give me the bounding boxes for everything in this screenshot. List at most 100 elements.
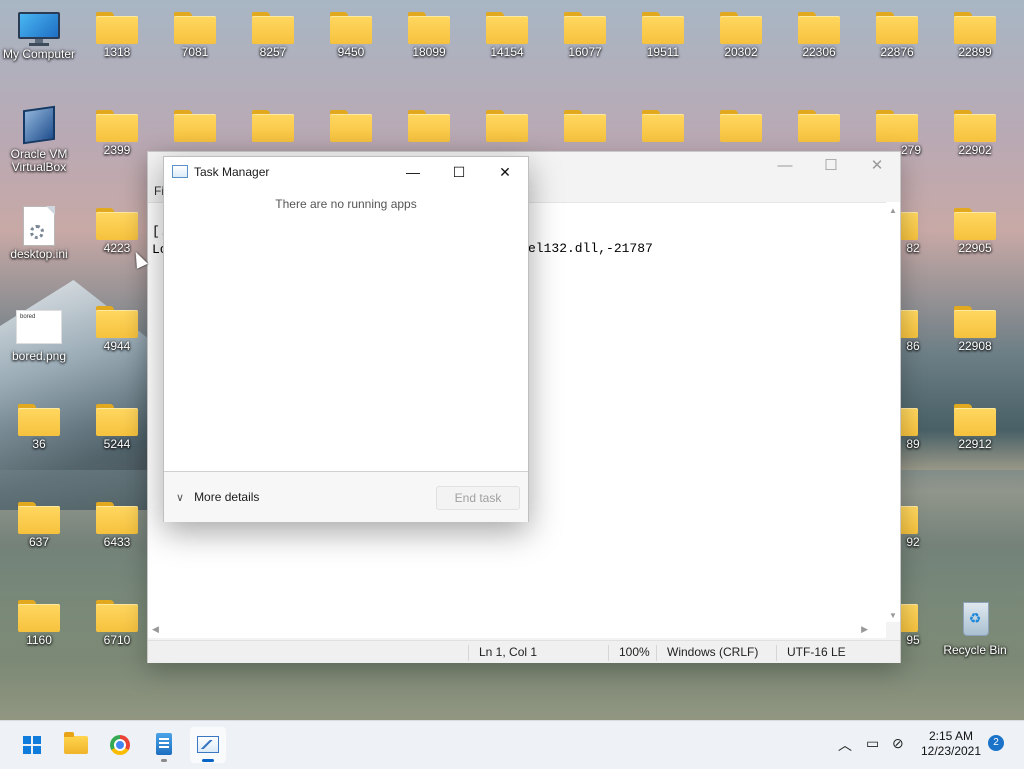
desktop-folder[interactable]: 5244 — [78, 404, 156, 451]
desktop-icon-label: 7081 — [181, 45, 209, 59]
desktop-icon-label: 22902 — [958, 143, 992, 157]
folder-icon — [798, 110, 840, 142]
active-indicator — [202, 759, 214, 762]
desktop-icon-label: 18099 — [412, 45, 446, 59]
folder-icon — [96, 110, 138, 142]
desktop-folder[interactable]: 22876 — [858, 12, 936, 59]
horizontal-scrollbar[interactable]: ◀ ▶ — [148, 622, 886, 638]
file-explorer-icon — [64, 732, 88, 754]
desktop-folder[interactable]: 6710 — [78, 600, 156, 647]
desktop-folder[interactable]: 4944 — [78, 306, 156, 353]
desktop-folder[interactable] — [624, 110, 702, 142]
desktop-icon-label: 2399 — [103, 143, 131, 157]
desktop-icon-label: 22905 — [958, 241, 992, 255]
status-position: Ln 1, Col 1 — [468, 645, 537, 661]
scroll-left-icon[interactable]: ◀ — [152, 624, 159, 635]
desktop-folder[interactable]: 22912 — [936, 404, 1014, 451]
desktop-icon-label: 22912 — [958, 437, 992, 451]
desktop-folder[interactable]: 7081 — [156, 12, 234, 59]
desktop-folder[interactable]: 22908 — [936, 306, 1014, 353]
desktop-folder[interactable]: 8257 — [234, 12, 312, 59]
desktop-folder[interactable]: 2399 — [78, 110, 156, 157]
desktop-icon-label: 36 — [32, 437, 46, 451]
desktop-folder[interactable] — [234, 110, 312, 142]
more-details-button[interactable]: ∨ More details — [176, 490, 259, 504]
desktop-folder[interactable]: 22905 — [936, 208, 1014, 255]
desktop-folder[interactable]: 16077 — [546, 12, 624, 59]
desktop-icon-label: Oracle VM VirtualBox — [10, 147, 68, 174]
taskbar-file-explorer[interactable] — [58, 727, 94, 763]
vertical-scrollbar[interactable]: ▲ ▼ — [886, 202, 900, 622]
clock[interactable]: 2:15 AM 12/23/2021 — [918, 729, 984, 759]
text-line-2-tail: el132.dll,-21787 — [528, 241, 653, 256]
desktop-folder[interactable]: 22899 — [936, 12, 1014, 59]
desktop-icon-bored-png[interactable]: bored bored.png — [0, 310, 78, 363]
desktop-icon-label: 19511 — [646, 45, 680, 59]
maximize-icon[interactable]: ☐ — [436, 157, 482, 187]
desktop-icon-label: Recycle Bin — [943, 643, 1007, 657]
desktop-icon-desktop-ini[interactable]: desktop.ini — [0, 206, 78, 261]
task-manager-icon — [172, 165, 188, 178]
folder-icon — [96, 306, 138, 338]
desktop-icon-label: 22876 — [880, 45, 914, 59]
desktop-folder[interactable]: 4223 — [78, 208, 156, 255]
folder-icon — [252, 110, 294, 142]
volume-muted-icon[interactable]: ⊘ — [892, 735, 904, 752]
end-task-button[interactable]: End task — [436, 486, 520, 510]
desktop-folder[interactable]: 1318 — [78, 12, 156, 59]
desktop-folder[interactable] — [546, 110, 624, 142]
desktop-folder[interactable]: 22902 — [936, 110, 1014, 157]
desktop-folder[interactable]: 22306 — [780, 12, 858, 59]
folder-icon — [876, 110, 918, 142]
chevron-up-icon[interactable]: ︿ — [838, 735, 852, 755]
image-thumbnail: bored — [16, 310, 62, 344]
folder-icon — [954, 208, 996, 240]
clock-time: 2:15 AM — [928, 729, 974, 743]
desktop-folder[interactable]: 20302 — [702, 12, 780, 59]
desktop-folder[interactable] — [780, 110, 858, 142]
minimize-icon[interactable]: — — [390, 157, 436, 187]
folder-icon — [96, 404, 138, 436]
desktop-folder[interactable] — [468, 110, 546, 142]
desktop-folder[interactable]: 19511 — [624, 12, 702, 59]
desktop-folder[interactable]: 6433 — [78, 502, 156, 549]
folder-icon — [486, 110, 528, 142]
running-indicator — [161, 759, 167, 762]
desktop-folder[interactable] — [390, 110, 468, 142]
notepad-statusbar: Ln 1, Col 1 100% Windows (CRLF) UTF-16 L… — [148, 640, 900, 663]
start-button[interactable] — [14, 727, 50, 763]
task-manager-titlebar[interactable]: Task Manager — ☐ ✕ — [164, 157, 528, 187]
desktop-folder[interactable] — [702, 110, 780, 142]
desktop-icon-my-computer[interactable]: My Computer — [0, 12, 78, 61]
more-details-label: More details — [194, 490, 260, 504]
desktop-icon-label: desktop.ini — [10, 247, 68, 261]
folder-icon — [954, 12, 996, 44]
taskbar-task-manager[interactable] — [190, 727, 226, 763]
close-icon[interactable]: ✕ — [854, 152, 900, 182]
desktop-folder[interactable] — [156, 110, 234, 142]
minimize-icon[interactable]: — — [762, 152, 808, 182]
scroll-right-icon[interactable]: ▶ — [861, 624, 868, 635]
desktop-folder[interactable]: 14154 — [468, 12, 546, 59]
desktop-icon-recycle-bin[interactable]: ♻ Recycle Bin — [936, 598, 1014, 657]
notification-badge[interactable]: 2 — [988, 735, 1004, 751]
folder-icon — [408, 110, 450, 142]
task-manager-window[interactable]: Task Manager — ☐ ✕ There are no running … — [163, 156, 529, 522]
desktop-folder[interactable]: 1160 — [0, 600, 78, 647]
desktop-folder[interactable]: 279 — [858, 110, 936, 157]
desktop-icon-label: My Computer — [2, 47, 76, 61]
taskbar-chrome[interactable] — [102, 727, 138, 763]
desktop-folder[interactable] — [312, 110, 390, 142]
maximize-icon[interactable]: ☐ — [808, 152, 854, 182]
desktop-icon-virtualbox[interactable]: Oracle VM VirtualBox — [0, 105, 78, 174]
network-icon[interactable]: ▭ — [866, 735, 879, 752]
desktop-folder[interactable]: 18099 — [390, 12, 468, 59]
scroll-up-icon[interactable]: ▲ — [889, 206, 897, 215]
taskbar-notepad[interactable] — [146, 727, 182, 763]
desktop-folder[interactable]: 9450 — [312, 12, 390, 59]
scroll-down-icon[interactable]: ▼ — [889, 611, 897, 620]
desktop-folder[interactable]: 637 — [0, 502, 78, 549]
desktop-folder[interactable]: 36 — [0, 404, 78, 451]
computer-icon — [18, 12, 60, 46]
close-icon[interactable]: ✕ — [482, 157, 528, 187]
